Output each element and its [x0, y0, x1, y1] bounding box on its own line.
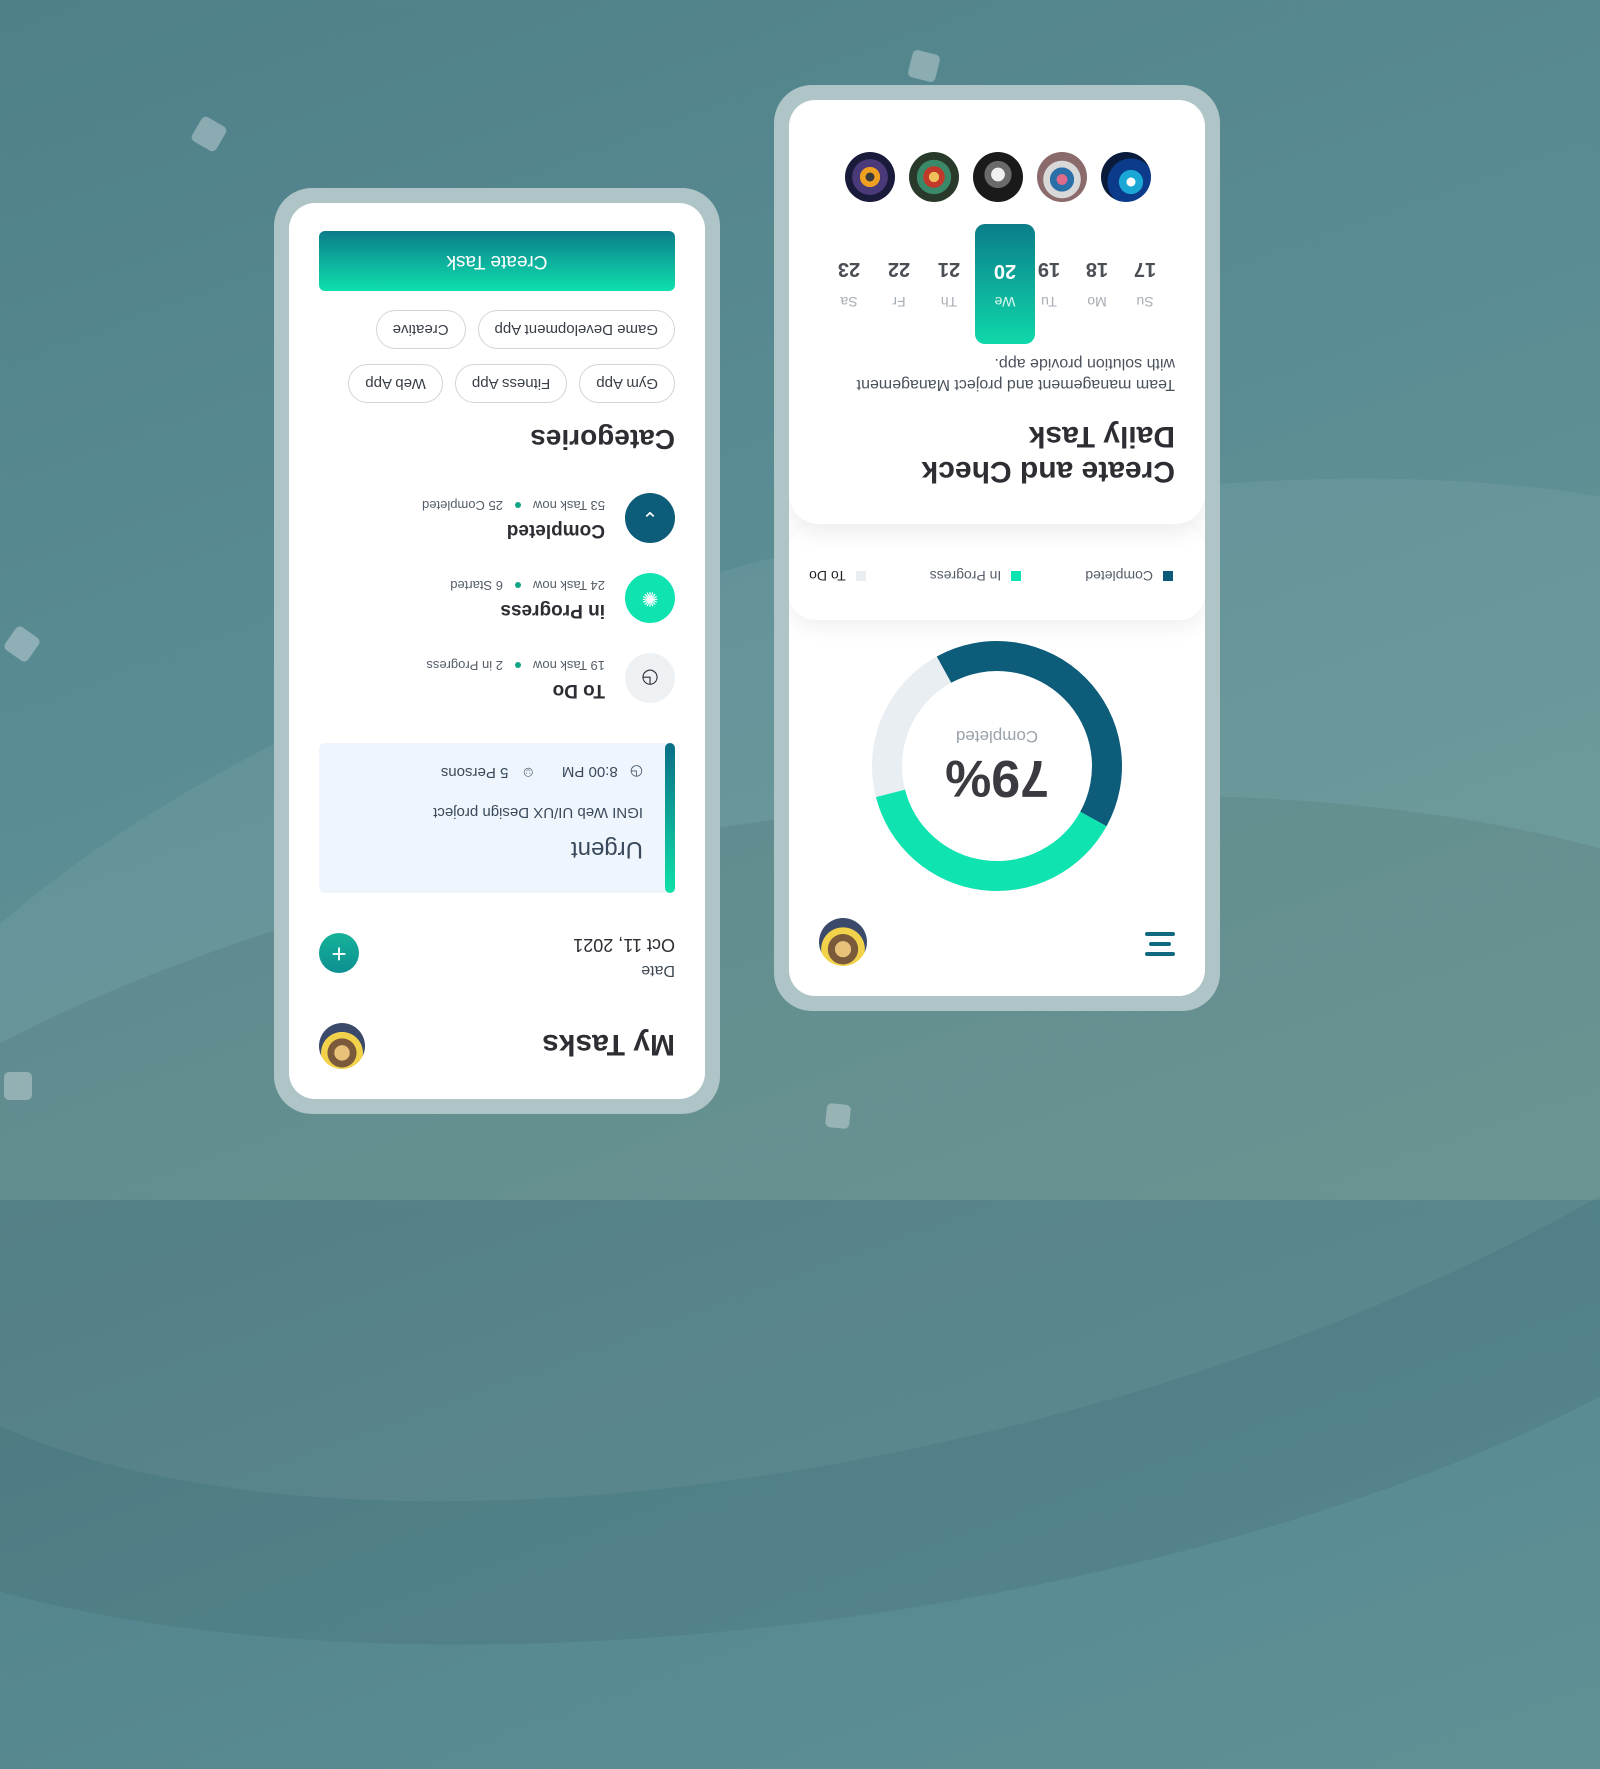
legend-item-todo: To Do: [809, 568, 866, 584]
card-description: Team management and project Management w…: [856, 355, 1175, 393]
urgent-description: IGNI Web UI/UX Design project: [433, 804, 643, 821]
legend-label: To Do: [809, 568, 846, 584]
status-detail: 2 in Progress: [426, 658, 503, 673]
avatar[interactable]: [819, 918, 867, 966]
category-chips-row: Gym App Fitness App Web App: [305, 364, 675, 403]
week-day-selector: Su 17 Mo 18 Tu 19 We 20 Th 21 Fr 22 Sa 2…: [819, 224, 1175, 344]
urgent-persons-text: 5 Persons: [440, 764, 509, 781]
status-title: Completed: [506, 520, 605, 541]
dashboard-header: [819, 910, 1175, 966]
status-detail: 6 Started: [450, 578, 503, 593]
people-icon: ☺: [520, 764, 536, 781]
status-meta: 19 Task now 2 in Progress: [426, 658, 605, 673]
status-todo[interactable]: ◷ To Do 19 Task now 2 in Progress: [319, 653, 675, 703]
team-avatar[interactable]: [1037, 152, 1087, 202]
clock-icon: ◷: [629, 763, 643, 780]
team-avatar[interactable]: [973, 152, 1023, 202]
add-task-button[interactable]: +: [319, 933, 359, 973]
clock-icon: ◷: [625, 653, 675, 703]
donut-center: 79% Completed: [867, 636, 1127, 896]
category-chips-row: Game Development App Creative: [305, 310, 675, 349]
status-completed[interactable]: ⌄ Completed 53 Task now 25 Completed: [319, 493, 675, 543]
status-tasks: 19 Task now: [532, 658, 605, 673]
legend-swatch: [855, 571, 866, 581]
team-avatar[interactable]: [909, 152, 959, 202]
urgent-accent-bar: [665, 743, 675, 893]
date-value: Oct 11, 2021: [573, 935, 675, 955]
team-avatars: [833, 150, 1163, 202]
day-number: 20: [993, 260, 1017, 282]
team-avatar[interactable]: [1101, 152, 1151, 202]
urgent-persons: ☺ 5 Persons: [441, 763, 536, 781]
daily-task-card: Create and Check Daily Task Team managem…: [789, 100, 1205, 524]
legend-swatch: [1011, 571, 1022, 581]
team-avatar[interactable]: [845, 152, 895, 202]
chip-web-app[interactable]: Web App: [348, 364, 443, 403]
decor-square: [4, 1072, 32, 1100]
my-tasks-screen: My Tasks Date Oct 11, 2021 + Urgent IGNI…: [289, 203, 705, 1099]
status-title: in Progress: [500, 600, 605, 621]
decor-square: [907, 49, 941, 83]
create-task-button[interactable]: Create Task: [319, 231, 675, 291]
date-row: Date Oct 11, 2021 +: [319, 933, 675, 979]
completion-donut: 79% Completed: [867, 636, 1127, 896]
card-title: Create and Check Daily Task: [921, 420, 1175, 489]
status-tasks: 24 Task now: [532, 578, 605, 593]
chip-gym-app[interactable]: Gym App: [579, 364, 675, 403]
legend-label: Completed: [1085, 568, 1153, 584]
urgent-time: ◷ 8:00 PM: [562, 763, 643, 781]
my-tasks-header: My Tasks: [319, 1019, 675, 1069]
legend-item-in-progress: In Progress: [930, 568, 1022, 584]
categories-title: Categories: [530, 424, 675, 455]
legend-card: Completed In Progress To Do: [789, 524, 1205, 620]
status-tasks: 53 Task now: [532, 498, 605, 513]
decor-square: [189, 114, 229, 154]
urgent-time-text: 8:00 PM: [561, 763, 618, 780]
date-label: Date: [641, 962, 675, 979]
dashboard-phone: 79% Completed Completed In Progress To D…: [774, 85, 1220, 1011]
urgent-title: Urgent: [570, 836, 643, 863]
status-title: To Do: [552, 680, 605, 701]
chevron-up-icon: ⌄: [625, 493, 675, 543]
legend-item-completed: Completed: [1085, 568, 1173, 584]
dot-separator: [514, 502, 521, 509]
day-name: Sa: [840, 294, 858, 310]
legend-swatch: [1163, 571, 1173, 581]
urgent-task-card[interactable]: Urgent IGNI Web UI/UX Design project ◷ 8…: [319, 743, 675, 893]
completion-percent: 79%: [944, 749, 1050, 807]
chip-fitness-app[interactable]: Fitness App: [454, 364, 568, 403]
decor-square: [2, 624, 42, 664]
status-meta: 24 Task now 6 Started: [450, 578, 605, 593]
page-title: My Tasks: [542, 1028, 675, 1061]
status-meta: 53 Task now 25 Completed: [422, 498, 605, 513]
day-name: We: [994, 294, 1016, 310]
day-we-selected[interactable]: We 20: [975, 224, 1035, 344]
menu-icon[interactable]: [1145, 930, 1175, 956]
completion-caption: Completed: [955, 727, 1039, 746]
status-in-progress[interactable]: ✺ in Progress 24 Task now 6 Started: [319, 573, 675, 623]
spinner-icon: ✺: [625, 573, 675, 623]
day-number: 23: [837, 258, 861, 280]
legend-label: In Progress: [929, 568, 1002, 584]
decor-square: [824, 1102, 852, 1130]
dot-separator: [514, 662, 521, 669]
chart-legend: Completed In Progress To Do: [809, 568, 1173, 584]
dot-separator: [514, 582, 521, 589]
avatar[interactable]: [319, 1023, 365, 1069]
urgent-meta: ◷ 8:00 PM ☺ 5 Persons: [441, 763, 643, 781]
status-detail: 25 Completed: [422, 498, 503, 513]
chip-game-development-app[interactable]: Game Development App: [477, 310, 675, 349]
dashboard-screen: 79% Completed Completed In Progress To D…: [789, 100, 1205, 996]
day-sa[interactable]: Sa 23: [819, 234, 879, 334]
my-tasks-phone: My Tasks Date Oct 11, 2021 + Urgent IGNI…: [274, 188, 720, 1114]
chip-creative[interactable]: Creative: [375, 310, 466, 349]
